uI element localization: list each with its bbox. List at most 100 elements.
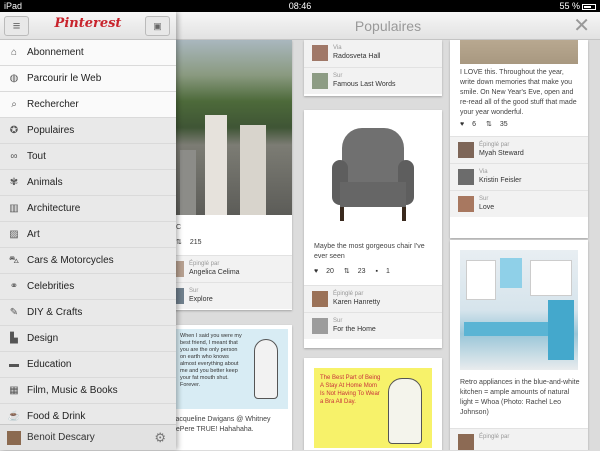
repin-icon: ⇅ xyxy=(343,268,350,275)
avatar xyxy=(312,318,328,334)
heart-icon: ♥ xyxy=(314,268,319,275)
board-link[interactable]: Sur For the Home xyxy=(304,312,442,339)
sidebar-categories: ✪ Populaires ∞ Tout ✾ Animals ▥ Architecture… xyxy=(0,118,176,430)
pin-central-park[interactable]: C ⇅ 215 Épinglé par Angelica Celima Sur E… xyxy=(160,40,292,310)
sidebar-item-parcourir[interactable]: ◍ Parcourir le Web xyxy=(0,66,176,92)
like-count: 6 xyxy=(472,121,477,128)
pin-description: C xyxy=(176,224,182,231)
add-pin-icon[interactable]: ▣ xyxy=(145,16,170,36)
pin-description: Maybe the most gorgeous chair I've ever … xyxy=(314,243,425,260)
sidebar-item-celebrities[interactable]: ⚭ Celebrities xyxy=(0,274,176,300)
pin-description: I LOVE this. Throughout the year, write … xyxy=(460,69,577,116)
glasses-icon: ⚭ xyxy=(9,281,19,292)
pinned-by[interactable]: Épinglé par Karen Hanretty xyxy=(304,285,442,312)
globe-icon: ◍ xyxy=(9,73,19,84)
close-icon[interactable]: ✕ xyxy=(573,15,590,37)
book-icon: ▬ xyxy=(9,359,19,370)
board-name[interactable]: Explore xyxy=(189,296,213,303)
pin-kitchen[interactable]: Retro appliances in the blue-and-white k… xyxy=(450,240,588,450)
brush-icon: ✎ xyxy=(9,307,19,318)
lion-icon: ✾ xyxy=(9,177,19,188)
battery-icon xyxy=(582,3,596,10)
pinner-name[interactable]: Angelica Celima xyxy=(189,269,240,276)
avatar xyxy=(458,196,474,212)
via-link[interactable]: Via Radosveta Hall xyxy=(304,40,442,67)
sidebar-item-diy[interactable]: ✎ DIY & Crafts xyxy=(0,300,176,326)
kitchen-image[interactable] xyxy=(460,250,578,370)
building-icon: ▥ xyxy=(9,203,19,214)
repin-count: 35 xyxy=(499,121,508,128)
sidebar-item-tout[interactable]: ∞ Tout xyxy=(0,144,176,170)
pin-stats: ⇅ 215 xyxy=(176,238,210,246)
ecard-image[interactable]: When I said you were my best friend, I m… xyxy=(164,329,288,409)
board-link[interactable]: Sur Famous Last Words xyxy=(304,67,442,94)
avatar xyxy=(7,431,21,445)
heart-icon: ♥ xyxy=(460,121,465,128)
ribbon-icon: ✪ xyxy=(9,125,19,136)
comment-icon: ▪ xyxy=(375,268,379,275)
via-name[interactable]: Radosveta Hall xyxy=(333,53,380,60)
sidebar-item-abonnement[interactable]: ⌂ Abonnement xyxy=(0,40,176,66)
via-link[interactable]: Via Kristin Feisler xyxy=(450,163,588,190)
pinned-by[interactable]: Épinglé par Angelica Celima xyxy=(160,255,292,282)
sidebar-item-film[interactable]: ▦ Film, Music & Books xyxy=(0,378,176,404)
sidebar-header: ≡ Pinterest ▣ xyxy=(0,12,176,40)
avatar xyxy=(458,434,474,450)
chair-image[interactable] xyxy=(314,120,432,232)
sidebar-item-rechercher[interactable]: ⌕ Rechercher xyxy=(0,92,176,118)
board-name[interactable]: Love xyxy=(479,204,494,211)
search-icon: ⌕ xyxy=(11,99,17,110)
pin-memory-jar[interactable]: I LOVE this. Throughout the year, write … xyxy=(450,40,588,238)
repin-count: 23 xyxy=(357,268,366,275)
pin-description: Jacqueline Dwigans @ Whitney LePere TRUE… xyxy=(172,416,271,433)
like-count: 20 xyxy=(326,268,334,275)
ecard-image[interactable]: The Best Part of Being A Stay At Home Mo… xyxy=(314,368,432,448)
sidebar-item-architecture[interactable]: ▥ Architecture xyxy=(0,196,176,222)
sidebar-item-cars[interactable]: ⛍ Cars & Motorcycles xyxy=(0,248,176,274)
sidebar-item-art[interactable]: ▨ Art xyxy=(0,222,176,248)
comment-count: 1 xyxy=(386,268,390,275)
repin-icon: ⇅ xyxy=(486,121,492,128)
board-link[interactable]: Sur Love xyxy=(450,190,588,217)
avatar xyxy=(458,169,474,185)
ruler-icon: ▙ xyxy=(10,333,18,344)
board-name[interactable]: For the Home xyxy=(333,326,376,333)
sidebar-item-populaires[interactable]: ✪ Populaires xyxy=(0,118,176,144)
repin-count: 215 xyxy=(189,239,202,246)
sidebar-top-items: ⌂ Abonnement ◍ Parcourir le Web ⌕ Recherche… xyxy=(0,40,176,118)
gear-icon[interactable]: ⚙ xyxy=(154,425,166,451)
sidebar-item-education[interactable]: ▬ Education xyxy=(0,352,176,378)
repin-icon: ⇅ xyxy=(176,239,182,246)
jar-image[interactable] xyxy=(460,40,578,64)
sidebar: ≡ Pinterest ▣ ⌂ Abonnement ◍ Parcourir le … xyxy=(0,12,176,450)
film-icon: ▦ xyxy=(9,385,19,396)
via-name[interactable]: Kristin Feisler xyxy=(479,177,521,184)
avatar xyxy=(458,142,474,158)
page-title: Populaires xyxy=(354,18,422,34)
pinned-by[interactable]: Épinglé par xyxy=(450,428,588,450)
pin-ecard-mid[interactable]: The Best Part of Being A Stay At Home Mo… xyxy=(304,358,442,450)
pin-description: Retro appliances in the blue-and-white k… xyxy=(460,379,580,416)
picture-icon: ▨ xyxy=(9,229,19,240)
pin-stats: ♥ 20 ⇅ 23 ▪ 1 xyxy=(314,267,398,275)
home-icon: ⌂ xyxy=(10,47,18,58)
user-bar[interactable]: Benoit Descary ⚙ xyxy=(0,424,176,450)
user-name[interactable]: Benoit Descary xyxy=(27,425,95,451)
sidebar-item-design[interactable]: ▙ Design xyxy=(0,326,176,352)
board-link[interactable]: Sur Explore xyxy=(160,282,292,309)
clock: 08:46 xyxy=(288,1,312,11)
sidebar-item-animals[interactable]: ✾ Animals xyxy=(0,170,176,196)
pin-top-mid[interactable]: Via Radosveta Hall Sur Famous Last Words xyxy=(304,40,442,96)
pin-chair[interactable]: Maybe the most gorgeous chair I've ever … xyxy=(304,110,442,348)
pinned-by[interactable]: Épinglé par Myah Steward xyxy=(450,136,588,163)
avatar xyxy=(312,45,328,61)
car-icon: ⛍ xyxy=(8,255,20,266)
pinner-name[interactable]: Myah Steward xyxy=(479,150,524,157)
avatar xyxy=(312,73,328,89)
central-park-image[interactable] xyxy=(160,40,292,215)
pinner-name[interactable]: Karen Hanretty xyxy=(333,299,380,306)
battery-indicator: 55 % xyxy=(559,0,596,12)
pin-ecard-left[interactable]: When I said you were my best friend, I m… xyxy=(160,325,292,450)
status-bar: iPad 08:46 55 % xyxy=(0,0,600,12)
board-name[interactable]: Famous Last Words xyxy=(333,81,396,88)
